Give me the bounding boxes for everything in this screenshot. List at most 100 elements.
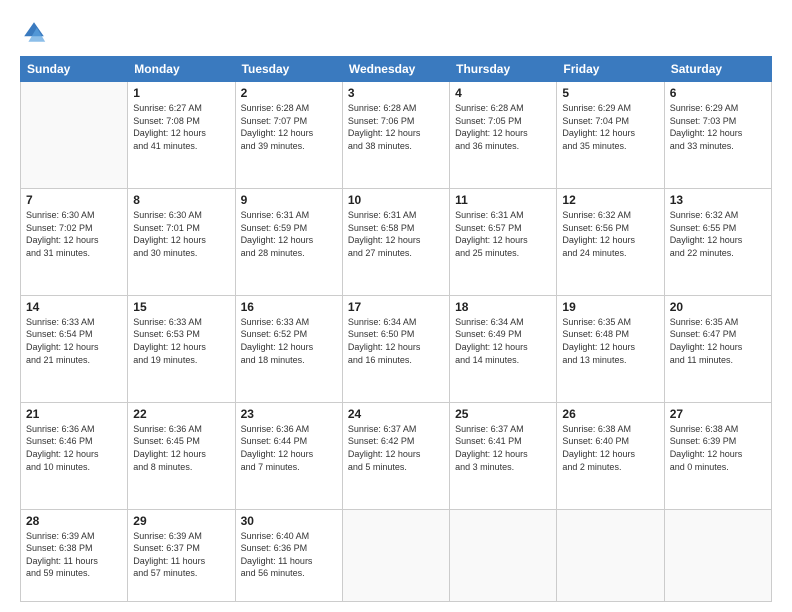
calendar-cell (342, 509, 449, 601)
calendar-cell: 21 Sunrise: 6:36 AM Sunset: 6:46 PM Dayli… (21, 402, 128, 509)
calendar-cell: 4 Sunrise: 6:28 AM Sunset: 7:05 PM Daylig… (450, 82, 557, 189)
day-info: Sunrise: 6:38 AM Sunset: 6:40 PM Dayligh… (562, 423, 658, 473)
day-number: 16 (241, 300, 337, 314)
calendar-cell: 8 Sunrise: 6:30 AM Sunset: 7:01 PM Daylig… (128, 188, 235, 295)
day-info: Sunrise: 6:35 AM Sunset: 6:47 PM Dayligh… (670, 316, 766, 366)
calendar-cell: 15Sunrise: 6:33 AM Sunset: 6:53 PM Dayli… (128, 295, 235, 402)
day-info: Sunrise: 6:31 AM Sunset: 6:59 PM Dayligh… (241, 209, 337, 259)
day-info: Sunrise: 6:29 AM Sunset: 7:03 PM Dayligh… (670, 102, 766, 152)
week-row-4: 21 Sunrise: 6:36 AM Sunset: 6:46 PM Dayli… (21, 402, 772, 509)
day-info: Sunrise: 6:37 AM Sunset: 6:41 PM Dayligh… (455, 423, 551, 473)
day-number: 10 (348, 193, 444, 207)
day-number: 27 (670, 407, 766, 421)
day-info: Sunrise: 6:33 AM Sunset: 6:53 PM Dayligh… (133, 316, 229, 366)
day-info: Sunrise: 6:30 AM Sunset: 7:01 PM Dayligh… (133, 209, 229, 259)
header (20, 18, 772, 46)
calendar-cell: 19 Sunrise: 6:35 AM Sunset: 6:48 PM Dayli… (557, 295, 664, 402)
day-number: 4 (455, 86, 551, 100)
day-number: 23 (241, 407, 337, 421)
week-row-1: 1Sunrise: 6:27 AM Sunset: 7:08 PM Daylig… (21, 82, 772, 189)
day-number: 22 (133, 407, 229, 421)
weekday-header-thursday: Thursday (450, 57, 557, 82)
calendar-cell: 11Sunrise: 6:31 AM Sunset: 6:57 PM Dayli… (450, 188, 557, 295)
day-info: Sunrise: 6:32 AM Sunset: 6:56 PM Dayligh… (562, 209, 658, 259)
logo (20, 18, 52, 46)
calendar-cell (664, 509, 771, 601)
calendar-cell: 7 Sunrise: 6:30 AM Sunset: 7:02 PM Daylig… (21, 188, 128, 295)
day-number: 8 (133, 193, 229, 207)
day-info: Sunrise: 6:36 AM Sunset: 6:46 PM Dayligh… (26, 423, 122, 473)
day-info: Sunrise: 6:38 AM Sunset: 6:39 PM Dayligh… (670, 423, 766, 473)
day-info: Sunrise: 6:33 AM Sunset: 6:52 PM Dayligh… (241, 316, 337, 366)
calendar-cell: 17Sunrise: 6:34 AM Sunset: 6:50 PM Dayli… (342, 295, 449, 402)
calendar-cell: 5 Sunrise: 6:29 AM Sunset: 7:04 PM Daylig… (557, 82, 664, 189)
day-number: 2 (241, 86, 337, 100)
calendar-cell: 9 Sunrise: 6:31 AM Sunset: 6:59 PM Daylig… (235, 188, 342, 295)
calendar-cell: 30Sunrise: 6:40 AM Sunset: 6:36 PM Dayli… (235, 509, 342, 601)
calendar-table: SundayMondayTuesdayWednesdayThursdayFrid… (20, 56, 772, 602)
day-info: Sunrise: 6:29 AM Sunset: 7:04 PM Dayligh… (562, 102, 658, 152)
weekday-header-monday: Monday (128, 57, 235, 82)
day-number: 3 (348, 86, 444, 100)
calendar-cell: 2 Sunrise: 6:28 AM Sunset: 7:07 PM Daylig… (235, 82, 342, 189)
calendar-cell: 14Sunrise: 6:33 AM Sunset: 6:54 PM Dayli… (21, 295, 128, 402)
weekday-header-wednesday: Wednesday (342, 57, 449, 82)
calendar-cell: 20Sunrise: 6:35 AM Sunset: 6:47 PM Dayli… (664, 295, 771, 402)
day-number: 7 (26, 193, 122, 207)
day-info: Sunrise: 6:30 AM Sunset: 7:02 PM Dayligh… (26, 209, 122, 259)
day-info: Sunrise: 6:35 AM Sunset: 6:48 PM Dayligh… (562, 316, 658, 366)
calendar-cell: 6Sunrise: 6:29 AM Sunset: 7:03 PM Daylig… (664, 82, 771, 189)
weekday-header-tuesday: Tuesday (235, 57, 342, 82)
calendar-cell (21, 82, 128, 189)
calendar-cell: 12 Sunrise: 6:32 AM Sunset: 6:56 PM Dayli… (557, 188, 664, 295)
day-info: Sunrise: 6:36 AM Sunset: 6:45 PM Dayligh… (133, 423, 229, 473)
calendar-cell: 27 Sunrise: 6:38 AM Sunset: 6:39 PM Dayli… (664, 402, 771, 509)
day-info: Sunrise: 6:34 AM Sunset: 6:49 PM Dayligh… (455, 316, 551, 366)
day-number: 29 (133, 514, 229, 528)
weekday-header-saturday: Saturday (664, 57, 771, 82)
day-info: Sunrise: 6:39 AM Sunset: 6:37 PM Dayligh… (133, 530, 229, 580)
calendar-cell (557, 509, 664, 601)
day-number: 24 (348, 407, 444, 421)
calendar-cell (450, 509, 557, 601)
calendar-cell: 25 Sunrise: 6:37 AM Sunset: 6:41 PM Dayli… (450, 402, 557, 509)
day-number: 12 (562, 193, 658, 207)
day-info: Sunrise: 6:37 AM Sunset: 6:42 PM Dayligh… (348, 423, 444, 473)
day-info: Sunrise: 6:28 AM Sunset: 7:05 PM Dayligh… (455, 102, 551, 152)
day-number: 26 (562, 407, 658, 421)
calendar-cell: 24 Sunrise: 6:37 AM Sunset: 6:42 PM Dayli… (342, 402, 449, 509)
weekday-header-sunday: Sunday (21, 57, 128, 82)
calendar-cell: 18Sunrise: 6:34 AM Sunset: 6:49 PM Dayli… (450, 295, 557, 402)
day-info: Sunrise: 6:39 AM Sunset: 6:38 PM Dayligh… (26, 530, 122, 580)
day-info: Sunrise: 6:34 AM Sunset: 6:50 PM Dayligh… (348, 316, 444, 366)
day-info: Sunrise: 6:28 AM Sunset: 7:06 PM Dayligh… (348, 102, 444, 152)
calendar-cell: 16 Sunrise: 6:33 AM Sunset: 6:52 PM Dayli… (235, 295, 342, 402)
day-number: 1 (133, 86, 229, 100)
day-number: 28 (26, 514, 122, 528)
calendar-cell: 26 Sunrise: 6:38 AM Sunset: 6:40 PM Dayli… (557, 402, 664, 509)
page: SundayMondayTuesdayWednesdayThursdayFrid… (0, 0, 792, 612)
weekday-header-friday: Friday (557, 57, 664, 82)
calendar-cell: 13 Sunrise: 6:32 AM Sunset: 6:55 PM Dayli… (664, 188, 771, 295)
day-info: Sunrise: 6:33 AM Sunset: 6:54 PM Dayligh… (26, 316, 122, 366)
week-row-5: 28 Sunrise: 6:39 AM Sunset: 6:38 PM Dayli… (21, 509, 772, 601)
day-number: 5 (562, 86, 658, 100)
day-number: 9 (241, 193, 337, 207)
week-row-3: 14Sunrise: 6:33 AM Sunset: 6:54 PM Dayli… (21, 295, 772, 402)
calendar-cell: 22 Sunrise: 6:36 AM Sunset: 6:45 PM Dayli… (128, 402, 235, 509)
day-number: 25 (455, 407, 551, 421)
day-info: Sunrise: 6:31 AM Sunset: 6:58 PM Dayligh… (348, 209, 444, 259)
day-info: Sunrise: 6:36 AM Sunset: 6:44 PM Dayligh… (241, 423, 337, 473)
day-info: Sunrise: 6:28 AM Sunset: 7:07 PM Dayligh… (241, 102, 337, 152)
day-number: 19 (562, 300, 658, 314)
calendar-cell: 1Sunrise: 6:27 AM Sunset: 7:08 PM Daylig… (128, 82, 235, 189)
day-number: 30 (241, 514, 337, 528)
day-info: Sunrise: 6:32 AM Sunset: 6:55 PM Dayligh… (670, 209, 766, 259)
day-number: 11 (455, 193, 551, 207)
week-row-2: 7 Sunrise: 6:30 AM Sunset: 7:02 PM Daylig… (21, 188, 772, 295)
calendar-cell: 10 Sunrise: 6:31 AM Sunset: 6:58 PM Dayli… (342, 188, 449, 295)
logo-icon (20, 18, 48, 46)
day-number: 13 (670, 193, 766, 207)
calendar-cell: 29 Sunrise: 6:39 AM Sunset: 6:37 PM Dayli… (128, 509, 235, 601)
day-number: 21 (26, 407, 122, 421)
